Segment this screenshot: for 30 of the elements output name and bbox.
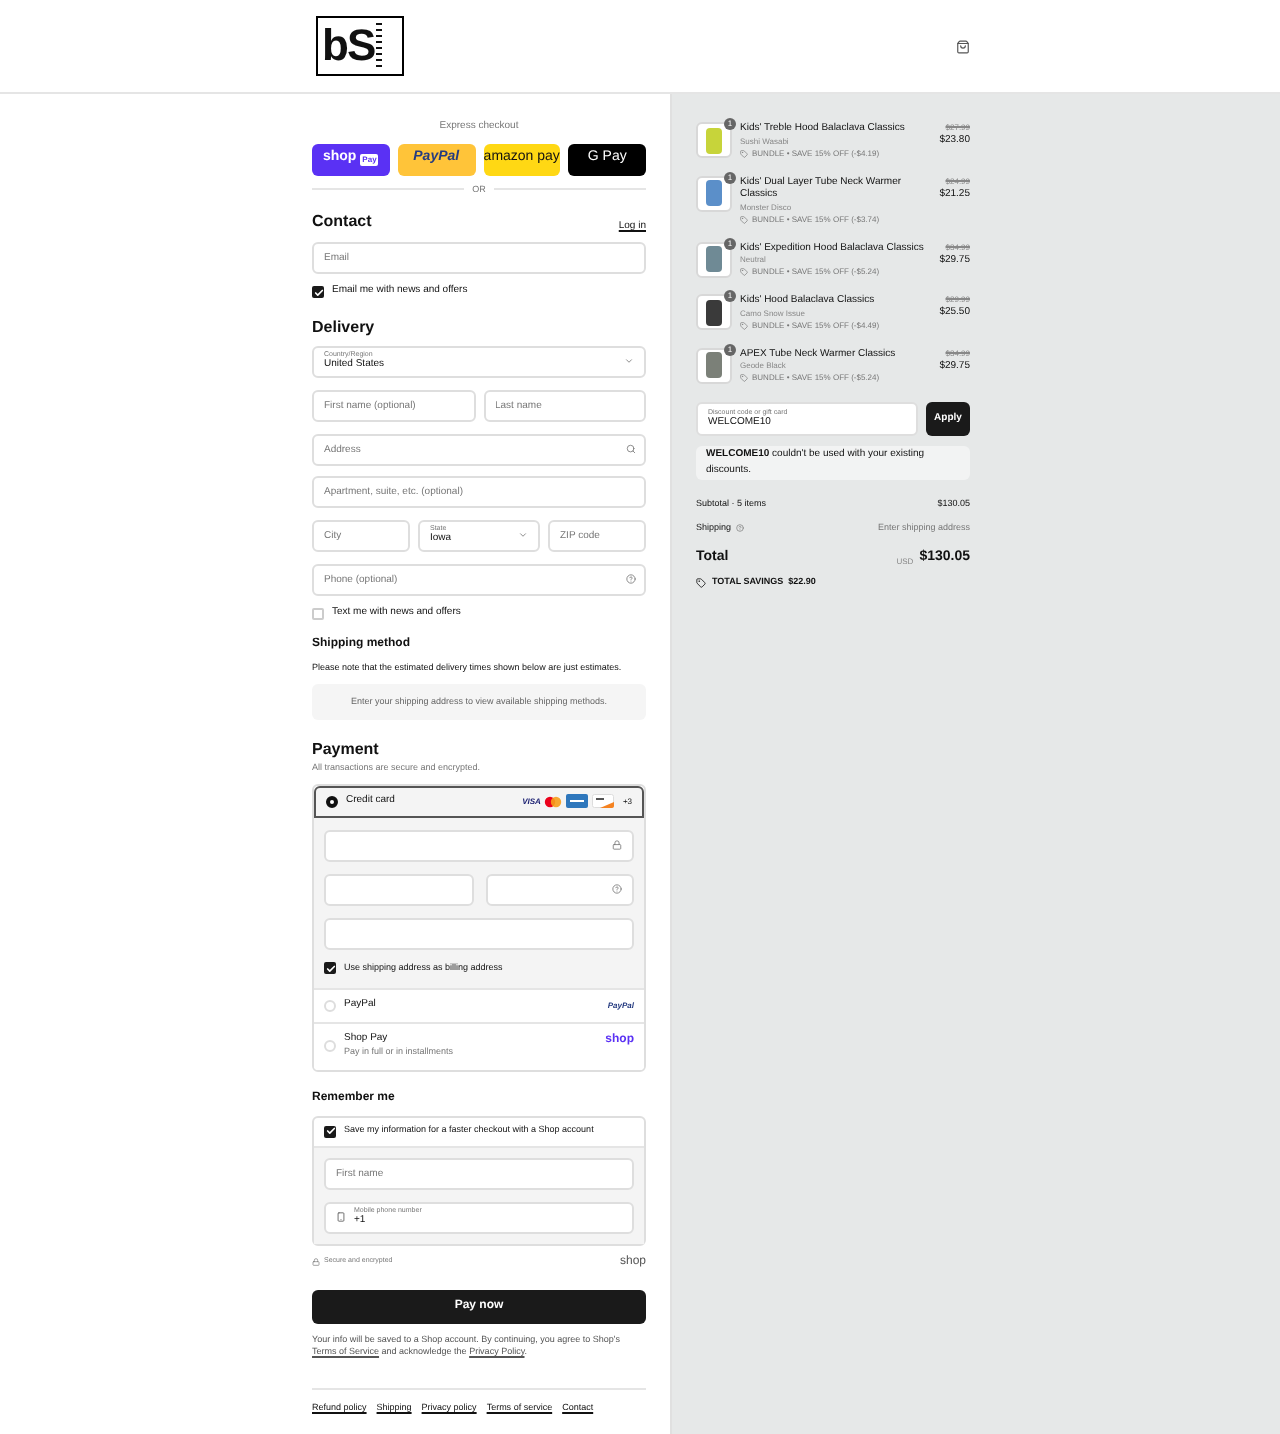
help-icon	[735, 524, 744, 533]
tag-icon	[740, 268, 748, 276]
card-logo-icon	[592, 794, 615, 809]
tag-icon	[740, 321, 748, 329]
security-code-field[interactable]	[485, 873, 634, 906]
help-icon	[612, 884, 622, 895]
mastercard-icon	[544, 795, 563, 808]
lock-icon	[612, 840, 622, 851]
checkbox[interactable]	[312, 607, 324, 619]
tag-icon	[740, 149, 748, 157]
shopping-bag-icon[interactable]	[956, 39, 970, 53]
help-icon	[626, 574, 636, 585]
section-heading: Contact	[312, 210, 372, 235]
search-icon	[626, 444, 636, 455]
expiry-field[interactable]	[324, 873, 473, 906]
name-on-card-field[interactable]	[324, 917, 634, 950]
section-heading: Payment	[312, 738, 381, 762]
phone-icon	[336, 1212, 346, 1222]
tag-icon	[696, 577, 706, 588]
tag-icon	[740, 215, 748, 223]
radio-button[interactable]	[326, 795, 338, 808]
chevron-down-icon	[518, 530, 528, 541]
card-logo-icon	[566, 794, 589, 809]
card-number-field[interactable]	[324, 829, 634, 862]
lock-icon	[312, 1258, 320, 1266]
section-heading: Delivery	[312, 315, 377, 340]
logo-stripes-icon	[376, 22, 383, 70]
chevron-down-icon	[624, 356, 634, 367]
tag-icon	[740, 374, 748, 382]
store-logo: bS	[316, 16, 404, 76]
